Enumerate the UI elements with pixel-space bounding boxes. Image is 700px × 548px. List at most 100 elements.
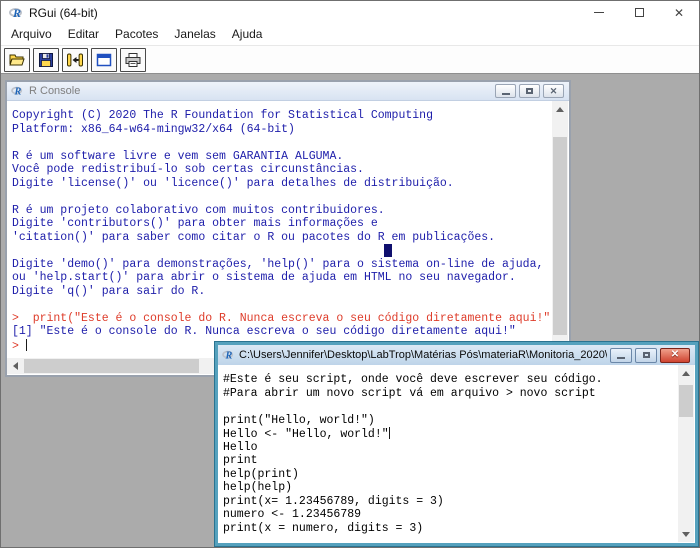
arrow-up-icon [682, 371, 690, 376]
arrow-up-icon [556, 107, 564, 112]
script-line: #Este é seu script, onde você deve escre… [223, 373, 690, 387]
console-line [12, 136, 564, 150]
script-vertical-scrollbar[interactable] [678, 365, 694, 542]
open-script-icon [8, 52, 26, 68]
script-line: Hello <- "Hello, world!" [223, 427, 690, 441]
console-line: Digite 'demo()' para demonstrações, 'hel… [12, 258, 564, 272]
close-icon: ✕ [550, 87, 558, 96]
console-line: Digite 'q()' para sair do R. [12, 285, 564, 299]
r-logo-icon: R [222, 349, 235, 361]
main-titlebar: R RGui (64-bit) ✕ [1, 1, 699, 24]
maximize-button[interactable] [619, 1, 659, 24]
scroll-thumb[interactable] [553, 137, 567, 335]
menu-ajuda[interactable]: Ajuda [224, 24, 271, 45]
mdi-area: R R Console ✕ Copyright (C) 2020 The R F… [1, 73, 699, 547]
console-line: Digite 'license()' ou 'licence()' para d… [12, 177, 564, 191]
console-restore-button[interactable] [519, 84, 540, 98]
script-titlebar[interactable]: R C:\Users\Jennifer\Desktop\LabTrop\Maté… [218, 345, 695, 365]
script-line: numero <- 1.23456789 [223, 508, 690, 522]
menu-janelas[interactable]: Janelas [166, 24, 223, 45]
script-line: print(x = numero, digits = 3) [223, 522, 690, 536]
toolbar [1, 45, 699, 73]
script-line: help(print) [223, 468, 690, 482]
console-window-controls: ✕ [492, 84, 564, 98]
console-line: > print("Este é o console do R. Nunca es… [12, 312, 564, 326]
menu-pacotes[interactable]: Pacotes [107, 24, 166, 45]
scroll-left-arrow[interactable] [7, 358, 23, 374]
console-title: R Console [29, 85, 80, 97]
minimize-icon [617, 357, 625, 359]
menu-editar[interactable]: Editar [60, 24, 107, 45]
console-line: Copyright (C) 2020 The R Foundation for … [12, 109, 564, 123]
menu-bar: Arquivo Editar Pacotes Janelas Ajuda [1, 24, 699, 45]
close-icon: ✕ [671, 350, 679, 360]
console-line: [1] "Este é o console do R. Nunca escrev… [12, 325, 564, 339]
console-text[interactable]: Copyright (C) 2020 The R Foundation for … [7, 101, 569, 375]
arrow-left-icon [13, 362, 18, 370]
arrow-down-icon [682, 532, 690, 537]
console-line: R é um software livre e vem sem GARANTIA… [12, 150, 564, 164]
scroll-up-arrow[interactable] [678, 365, 694, 381]
minimize-button[interactable] [579, 1, 619, 24]
script-close-button[interactable]: ✕ [660, 348, 690, 363]
console-line [12, 298, 564, 312]
scroll-up-arrow[interactable] [552, 101, 568, 117]
print-icon [124, 52, 142, 68]
save-icon [38, 52, 54, 68]
console-line: Digite 'contributors()' para obter mais … [12, 217, 564, 231]
script-body: #Este é seu script, onde você deve escre… [218, 365, 695, 543]
script-editor-window: R C:\Users\Jennifer\Desktop\LabTrop\Maté… [215, 342, 698, 546]
console-line: 'citation()' para saber como citar o R o… [12, 231, 564, 245]
print-button[interactable] [120, 48, 146, 72]
maximize-icon [635, 8, 644, 17]
script-line: #Para abrir um novo script vá em arquivo… [223, 387, 690, 401]
restore-icon [526, 88, 533, 94]
script-minimize-button[interactable] [610, 348, 632, 363]
scroll-thumb[interactable] [679, 385, 693, 417]
text-caret [389, 427, 390, 439]
console-window: R R Console ✕ Copyright (C) 2020 The R F… [5, 80, 571, 377]
console-line [12, 190, 564, 204]
console-block-cursor [384, 244, 392, 257]
console-window-icon [96, 53, 112, 67]
minimize-icon [502, 93, 510, 95]
console-window-button[interactable] [91, 48, 117, 72]
scroll-down-arrow[interactable] [678, 526, 694, 542]
save-button[interactable] [33, 48, 59, 72]
console-line: ou 'help.start()' para abrir o sistema d… [12, 271, 564, 285]
console-titlebar[interactable]: R R Console ✕ [7, 82, 569, 101]
r-logo-icon: R [11, 85, 24, 97]
script-line: print [223, 454, 690, 468]
rgui-window: R RGui (64-bit) ✕ Arquivo Editar Pacotes… [0, 0, 700, 548]
console-line: R é um projeto colaborativo com muitos c… [12, 204, 564, 218]
console-vertical-scrollbar[interactable] [552, 101, 568, 358]
menu-arquivo[interactable]: Arquivo [3, 24, 60, 45]
script-restore-button[interactable] [635, 348, 657, 363]
script-line: Hello [223, 441, 690, 455]
window-controls: ✕ [579, 1, 699, 24]
console-close-button[interactable]: ✕ [543, 84, 564, 98]
script-title: C:\Users\Jennifer\Desktop\LabTrop\Matéri… [239, 349, 607, 361]
run-line-icon [66, 52, 84, 68]
script-window-controls: ✕ [607, 348, 690, 363]
console-line: Platform: x86_64-w64-mingw32/x64 (64-bit… [12, 123, 564, 137]
script-text[interactable]: #Este é seu script, onde você deve escre… [218, 365, 695, 543]
script-line [223, 400, 690, 414]
close-button[interactable]: ✕ [659, 1, 699, 24]
console-minimize-button[interactable] [495, 84, 516, 98]
script-line: help(help) [223, 481, 690, 495]
window-title: RGui (64-bit) [29, 6, 98, 20]
console-body: Copyright (C) 2020 The R Foundation for … [7, 101, 569, 375]
scroll-thumb[interactable] [24, 359, 199, 373]
minimize-icon [594, 12, 604, 13]
script-line: print(x= 1.23456789, digits = 3) [223, 495, 690, 509]
console-line: Você pode redistribuí-lo sob certas circ… [12, 163, 564, 177]
run-line-button[interactable] [62, 48, 88, 72]
script-line: print("Hello, world!") [223, 414, 690, 428]
r-logo-icon: R [9, 6, 24, 20]
restore-icon [643, 352, 650, 358]
close-icon: ✕ [674, 7, 684, 19]
text-caret [26, 339, 27, 351]
console-line [12, 244, 564, 258]
open-script-button[interactable] [4, 48, 30, 72]
